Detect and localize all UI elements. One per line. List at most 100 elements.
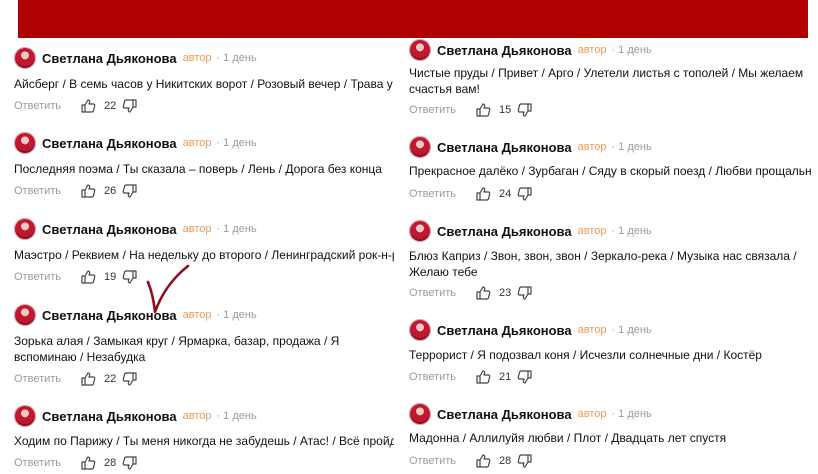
thumb-up-icon[interactable] [80, 371, 96, 387]
author-name[interactable]: Светлана Дьяконова [437, 407, 572, 422]
author-badge: автор [577, 44, 607, 56]
author-name[interactable]: Светлана Дьяконова [42, 136, 177, 151]
separator-dot: · [216, 410, 221, 422]
comment-header: Светлана Дьяконова автор · 1 день [14, 45, 257, 71]
comment-card: Светлана Дьяконова автор · 1 день Блюз К… [409, 218, 812, 303]
comment-text: Айсберг / В семь часов у Никитских ворот… [14, 77, 394, 91]
separator-dot: · [611, 44, 616, 56]
author-badge: автор [182, 52, 212, 64]
thumb-down-icon[interactable] [122, 371, 138, 387]
user-avatar[interactable] [409, 319, 431, 341]
user-avatar[interactable] [14, 132, 36, 154]
thumb-down-icon[interactable] [122, 455, 138, 471]
author-name[interactable]: Светлана Дьяконова [437, 140, 572, 155]
likes-count: 22 [104, 100, 117, 112]
user-avatar[interactable] [409, 403, 431, 425]
reply-button[interactable]: Ответить [409, 188, 475, 200]
comment-age: 1 день [618, 324, 652, 336]
comment-actions: Ответить 23 [409, 285, 533, 301]
thumb-down-icon[interactable] [517, 186, 533, 202]
thumb-down-icon[interactable] [517, 102, 533, 118]
handwritten-checkmark [146, 264, 190, 314]
thumb-up-icon[interactable] [475, 369, 491, 385]
comment-age: 1 день [618, 141, 652, 153]
separator-dot: · [611, 408, 616, 420]
likes-count: 23 [499, 287, 512, 299]
comment-header: Светлана Дьяконова автор · 1 день [14, 403, 257, 429]
comment-actions: Ответить 15 [409, 102, 533, 118]
reply-button[interactable]: Ответить [409, 104, 475, 116]
thumb-down-icon[interactable] [122, 98, 138, 114]
thumb-down-icon[interactable] [122, 269, 138, 285]
comment-text: Ходим по Парижу / Ты меня никогда не заб… [14, 434, 394, 448]
comment-header: Светлана Дьяконова автор · 1 день [14, 216, 257, 242]
comment-card: Светлана Дьяконова автор · 1 день Террор… [409, 317, 812, 387]
comment-card: Светлана Дьяконова автор · 1 день Мадонн… [409, 401, 812, 471]
likes-count: 28 [499, 455, 512, 467]
user-avatar[interactable] [14, 405, 36, 427]
thumb-up-icon[interactable] [80, 269, 96, 285]
reply-button[interactable]: Ответить [14, 185, 80, 197]
thumb-up-icon[interactable] [475, 102, 491, 118]
thumb-up-icon[interactable] [475, 453, 491, 469]
user-avatar[interactable] [409, 39, 431, 61]
comment-header: Светлана Дьяконова автор · 1 день [409, 134, 652, 160]
comment-age: 1 день [618, 44, 652, 56]
thumb-up-icon[interactable] [80, 183, 96, 199]
separator-dot: · [611, 225, 616, 237]
author-name[interactable]: Светлана Дьяконова [437, 43, 572, 58]
comment-text: Блюз Каприз / Звон, звон, звон / Зеркало… [409, 249, 797, 279]
comments-column-left: Светлана Дьяконова автор · 1 день Айсбер… [14, 0, 394, 474]
comment-card: Светлана Дьяконова автор · 1 день Прекра… [409, 134, 812, 204]
likes-count: 19 [104, 271, 117, 283]
author-name[interactable]: Светлана Дьяконова [437, 323, 572, 338]
reply-button[interactable]: Ответить [14, 457, 80, 469]
reply-button[interactable]: Ответить [409, 455, 475, 467]
comment-age: 1 день [223, 410, 257, 422]
comment-actions: Ответить 24 [409, 186, 533, 202]
author-badge: автор [577, 324, 607, 336]
separator-dot: · [216, 309, 221, 321]
separator-dot: · [611, 141, 616, 153]
user-avatar[interactable] [14, 218, 36, 240]
likes-count: 28 [104, 457, 117, 469]
thumb-up-icon[interactable] [475, 285, 491, 301]
author-name[interactable]: Светлана Дьяконова [42, 409, 177, 424]
comment-actions: Ответить 28 [14, 455, 138, 471]
reply-button[interactable]: Ответить [409, 287, 475, 299]
thumb-down-icon[interactable] [122, 183, 138, 199]
thumb-down-icon[interactable] [517, 453, 533, 469]
comment-age: 1 день [223, 137, 257, 149]
comment-header: Светлана Дьяконова автор · 1 день [409, 37, 652, 63]
comment-text: Террорист / Я подозвал коня / Исчезли со… [409, 348, 762, 362]
comment-card: Светлана Дьяконова автор · 1 день Ходим … [14, 403, 394, 473]
thumb-down-icon[interactable] [517, 369, 533, 385]
comment-text: Последняя поэма / Ты сказала – поверь / … [14, 162, 382, 176]
comment-actions: Ответить 26 [14, 183, 138, 199]
reply-button[interactable]: Ответить [14, 373, 80, 385]
comment-text: Мадонна / Аллилуйя любви / Плот / Двадца… [409, 431, 727, 445]
comment-actions: Ответить 22 [14, 98, 138, 114]
reply-button[interactable]: Ответить [14, 100, 80, 112]
author-name[interactable]: Светлана Дьяконова [42, 51, 177, 66]
comment-header: Светлана Дьяконова автор · 1 день [409, 401, 652, 427]
user-avatar[interactable] [409, 220, 431, 242]
comment-card: Светлана Дьяконова автор · 1 день Чистые… [409, 37, 812, 122]
user-avatar[interactable] [14, 304, 36, 326]
likes-count: 24 [499, 188, 512, 200]
thumb-up-icon[interactable] [475, 186, 491, 202]
author-badge: автор [577, 225, 607, 237]
comment-actions: Ответить 19 [14, 269, 138, 285]
thumb-down-icon[interactable] [517, 285, 533, 301]
thumb-up-icon[interactable] [80, 455, 96, 471]
comment-header: Светлана Дьяконова автор · 1 день [14, 302, 257, 328]
author-name[interactable]: Светлана Дьяконова [437, 224, 572, 239]
reply-button[interactable]: Ответить [14, 271, 80, 283]
author-badge: автор [182, 137, 212, 149]
thumb-up-icon[interactable] [80, 98, 96, 114]
reply-button[interactable]: Ответить [409, 371, 475, 383]
comment-card: Светлана Дьяконова автор · 1 день Маэстр… [14, 216, 394, 291]
user-avatar[interactable] [409, 136, 431, 158]
user-avatar[interactable] [14, 47, 36, 69]
author-name[interactable]: Светлана Дьяконова [42, 222, 177, 237]
